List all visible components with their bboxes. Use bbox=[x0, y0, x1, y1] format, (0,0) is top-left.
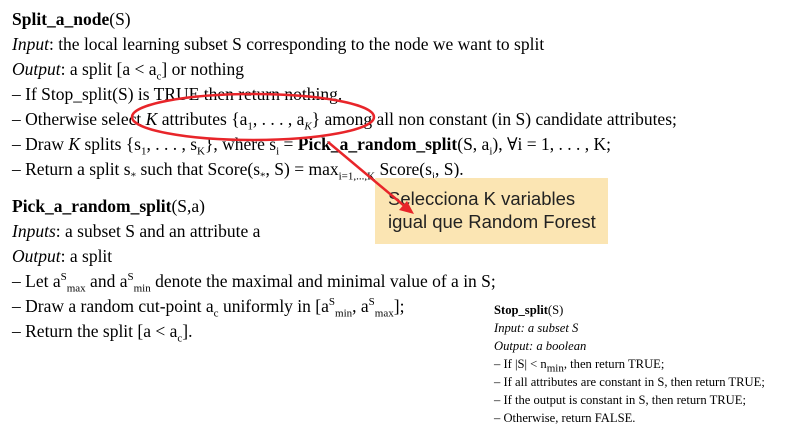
annotation-overlay bbox=[130, 92, 414, 214]
highlight-circle bbox=[130, 92, 376, 142]
annotation-arrow bbox=[327, 141, 409, 210]
